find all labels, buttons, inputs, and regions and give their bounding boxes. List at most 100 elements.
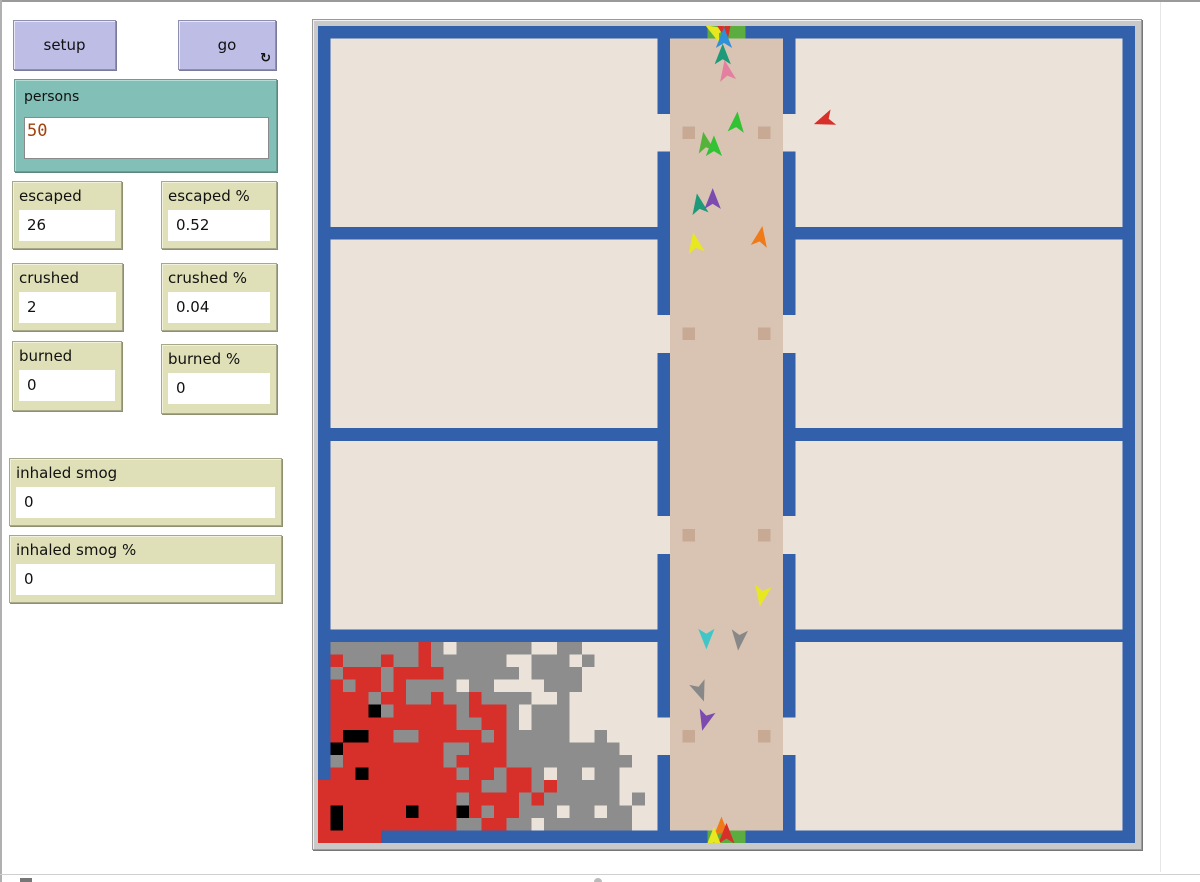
fire-patch (405, 717, 419, 730)
corridor-marker (682, 126, 696, 140)
smoke-patch (531, 805, 545, 818)
fire-patch (380, 767, 394, 781)
smoke-patch (368, 641, 381, 655)
smoke-patch (443, 679, 457, 693)
fire-patch (493, 742, 507, 756)
smoke-patch (519, 755, 532, 768)
smoke-patch (556, 780, 570, 793)
fire-patch (431, 667, 444, 680)
fire-patch (506, 805, 520, 818)
fire-patch (418, 805, 432, 818)
fire-patch (418, 704, 432, 718)
smoke-patch (607, 805, 620, 818)
fire-patch (431, 717, 444, 730)
crushed-value: 2 (19, 292, 116, 323)
fire-patch (368, 729, 381, 743)
forever-icon: ↻ (260, 51, 271, 66)
ash-patch (405, 805, 419, 818)
fire-patch (380, 755, 394, 768)
inhaled-smog-pct-monitor: inhaled smog % 0 (9, 535, 282, 603)
fire-patch (443, 780, 457, 793)
fire-patch (443, 704, 457, 718)
smoke-patch (556, 755, 570, 768)
fire-patch (368, 717, 381, 730)
corridor-wall (783, 38, 796, 114)
fire-patch (431, 792, 444, 806)
fire-patch (431, 817, 444, 831)
smoke-patch (569, 805, 582, 818)
fire-patch (355, 679, 369, 693)
room-divider-wall (783, 428, 1123, 441)
fire-patch (393, 805, 406, 818)
smoke-patch (468, 641, 482, 655)
fire-patch (318, 792, 331, 806)
smoke-patch (581, 805, 595, 818)
fire-patch (443, 717, 457, 730)
fire-patch (380, 805, 394, 818)
ash-patch (330, 742, 344, 756)
fire-patch (318, 805, 331, 818)
fire-patch (380, 742, 394, 756)
smoke-patch (594, 767, 608, 781)
fire-patch (393, 780, 406, 793)
fire-patch (343, 755, 356, 768)
smoke-patch (594, 817, 608, 831)
fire-patch (468, 692, 482, 705)
persons-input[interactable]: 50 (24, 117, 269, 159)
smoke-patch (456, 767, 469, 781)
world-view[interactable] (318, 26, 1135, 843)
fire-patch (343, 667, 356, 680)
burned-pct-value: 0 (168, 373, 270, 404)
crushed-label: crushed (19, 269, 79, 287)
fire-patch (318, 817, 331, 831)
smoke-patch (330, 641, 344, 655)
fire-patch (481, 767, 494, 781)
fire-patch (380, 654, 394, 668)
fire-patch (456, 755, 469, 768)
setup-button[interactable]: setup (13, 20, 116, 70)
fire-patch (330, 717, 344, 730)
smoke-patch (393, 729, 406, 743)
smoke-patch (355, 654, 369, 668)
fire-patch (368, 742, 381, 756)
smoke-patch (456, 704, 469, 718)
fire-patch (343, 717, 356, 730)
smoke-patch (607, 767, 620, 781)
fire-patch (431, 704, 444, 718)
fire-patch (431, 729, 444, 743)
smoke-patch (569, 780, 582, 793)
fire-patch (368, 805, 381, 818)
smoke-patch (493, 654, 507, 668)
fire-patch (493, 805, 507, 818)
crushed-monitor: crushed 2 (12, 263, 123, 331)
smoke-patch (519, 742, 532, 756)
fire-patch (343, 704, 356, 718)
smoke-patch (506, 704, 520, 718)
smoke-patch (431, 654, 444, 668)
fire-patch (506, 780, 520, 793)
fire-patch (431, 780, 444, 793)
room-divider-wall (330, 227, 670, 240)
fire-patch (393, 767, 406, 781)
smoke-patch (493, 692, 507, 705)
smoke-patch (569, 641, 582, 655)
fire-patch (343, 780, 356, 793)
fire-patch (468, 755, 482, 768)
smoke-patch (632, 792, 645, 806)
smoke-patch (456, 641, 469, 655)
fire-patch (355, 792, 369, 806)
smoke-patch (556, 667, 570, 680)
go-button[interactable]: go ↻ (178, 20, 276, 70)
fire-patch (418, 780, 432, 793)
smoke-patch (531, 755, 545, 768)
smoke-patch (355, 641, 369, 655)
smoke-patch (581, 780, 595, 793)
fire-patch (393, 679, 406, 693)
fire-patch (431, 755, 444, 768)
smoke-patch (544, 817, 557, 831)
smoke-patch (481, 654, 494, 668)
smoke-patch (556, 704, 570, 718)
fire-patch (481, 755, 494, 768)
fire-patch (443, 767, 457, 781)
ash-patch (355, 767, 369, 781)
